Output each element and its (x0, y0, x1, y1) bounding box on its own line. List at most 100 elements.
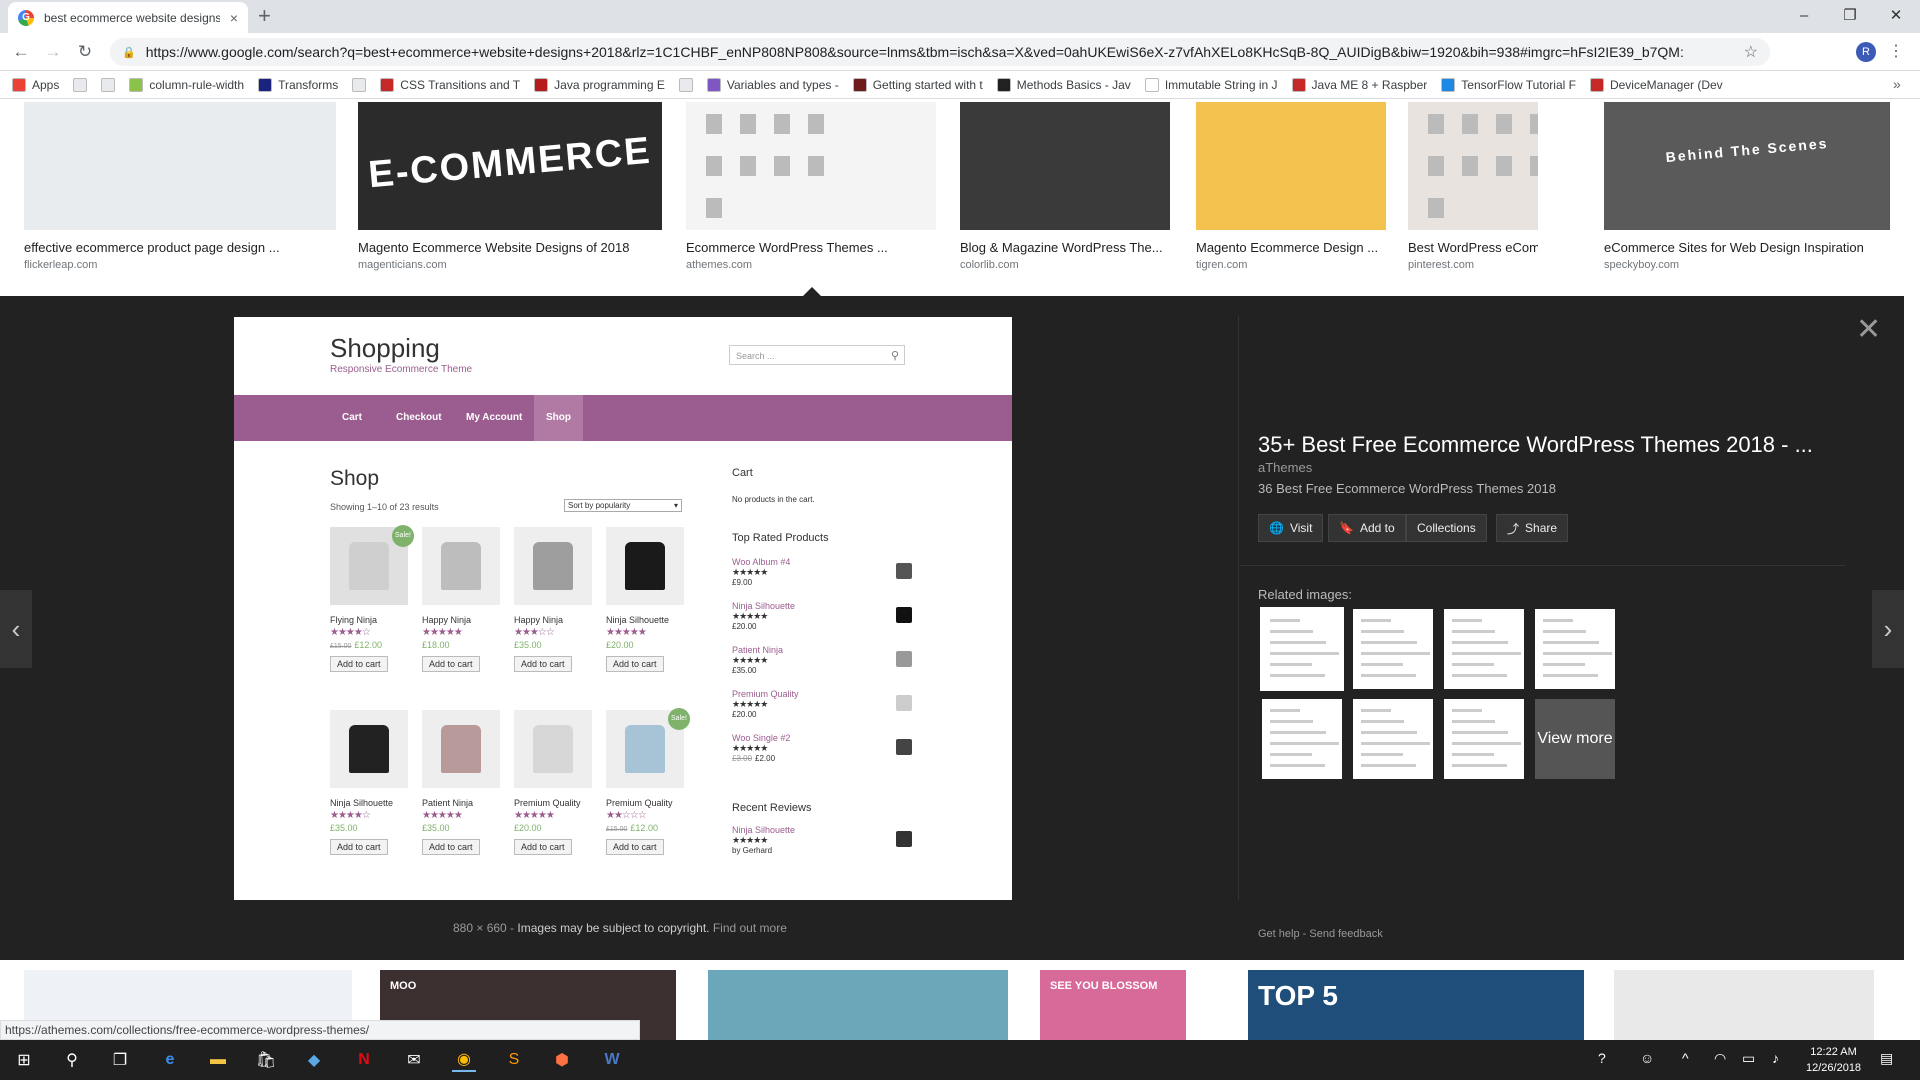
cart-heading: Cart (732, 467, 753, 479)
bookmark-item[interactable] (73, 77, 88, 92)
postman-icon[interactable]: ⬢ (550, 1048, 574, 1072)
bookmark-item[interactable]: Java programming E (534, 77, 665, 92)
share-icon: ⤴ (1507, 521, 1520, 536)
windows-start-icon[interactable]: ⊞ (12, 1048, 36, 1072)
old-price: £15.00 (606, 826, 628, 833)
image-result[interactable]: Blog & Magazine WordPress The... colorlib… (960, 102, 1170, 271)
edge-browser-icon[interactable]: e (158, 1048, 182, 1072)
mini-product-thumb (1530, 114, 1538, 134)
result-domain: speckyboy.com (1604, 259, 1679, 271)
bookmark-item[interactable]: Apps (12, 77, 59, 92)
tab-close-icon[interactable]: × (230, 10, 238, 26)
battery-icon[interactable]: ▭ (1742, 1050, 1755, 1067)
close-window-button[interactable]: ✕ (1876, 4, 1916, 28)
mail-icon[interactable]: ✉ (402, 1048, 426, 1072)
new-tab-button[interactable]: + (258, 4, 271, 28)
mini-product-thumb (808, 156, 824, 176)
next-image-button[interactable]: › (1872, 590, 1904, 668)
bookmark-label: Transforms (278, 77, 339, 92)
file-explorer-icon[interactable]: ▬ (206, 1048, 230, 1072)
image-result[interactable]: Magento Ecommerce Design ... tigren.com (1196, 102, 1386, 271)
dropbox-icon[interactable]: ◆ (302, 1048, 326, 1072)
send-feedback-link[interactable]: Send feedback (1309, 928, 1382, 940)
product-price: £15.00 £12.00 (330, 640, 410, 650)
related-image-thumb[interactable] (1444, 699, 1524, 779)
store-icon[interactable]: 🛍 (254, 1048, 278, 1072)
help-tray-icon[interactable]: ? (1598, 1050, 1606, 1066)
preview-image[interactable]: Shopping Responsive Ecommerce Theme Sear… (234, 317, 1012, 900)
address-bar[interactable]: 🔒 https://www.google.com/search?q=best+e… (110, 38, 1770, 66)
related-image-thumb[interactable] (1353, 609, 1433, 689)
bookmark-item[interactable]: Immutable String in J (1144, 77, 1278, 92)
thumb-line (1543, 674, 1598, 677)
people-icon[interactable]: ☺ (1640, 1050, 1654, 1066)
add-to-label: Add to (1359, 521, 1395, 535)
bookmark-item[interactable]: Methods Basics - Jav (996, 77, 1131, 92)
preview-title[interactable]: 35+ Best Free Ecommerce WordPress Themes… (1258, 432, 1813, 458)
bookmark-item[interactable]: Transforms (258, 77, 339, 92)
related-image-thumb[interactable] (1444, 609, 1524, 689)
bookmark-item[interactable]: DeviceManager (Dev (1589, 77, 1723, 92)
chrome-icon[interactable]: ◉ (452, 1048, 476, 1072)
top-rated-thumbnail (896, 739, 912, 755)
profile-avatar[interactable]: R (1856, 42, 1876, 62)
find-out-more-link[interactable]: Find out more (713, 921, 787, 935)
volume-icon[interactable]: ♪ (1772, 1050, 1779, 1066)
image-result[interactable] (1614, 970, 1874, 1040)
system-clock[interactable]: 12:22 AM 12/26/2018 (1806, 1044, 1861, 1076)
collections-button[interactable]: Collections (1406, 514, 1487, 542)
image-result[interactable]: Ecommerce WordPress Themes ... athemes.co… (686, 102, 936, 271)
browser-menu-icon[interactable]: ⋮ (1888, 41, 1904, 61)
image-result[interactable] (708, 970, 1008, 1040)
related-image-thumb[interactable] (1353, 699, 1433, 779)
bookmark-star-icon[interactable]: ☆ (1744, 42, 1758, 62)
bookmark-item[interactable] (678, 77, 693, 92)
reload-button[interactable]: ↻ (74, 41, 96, 63)
back-button[interactable]: ← (10, 41, 32, 63)
related-image-thumb[interactable] (1535, 609, 1615, 689)
browser-tab[interactable]: G best ecommerce website designs × (8, 2, 248, 33)
bookmark-item[interactable] (101, 77, 116, 92)
get-help-link[interactable]: Get help (1258, 928, 1300, 940)
netflix-icon[interactable]: N (352, 1048, 376, 1072)
tray-chevron-icon[interactable]: ^ (1682, 1050, 1689, 1066)
image-result[interactable]: Behind The Scenes eCommerce Sites for Web… (1604, 102, 1890, 271)
bookmark-item[interactable]: TensorFlow Tutorial F (1441, 77, 1576, 92)
notifications-icon[interactable]: ▤ (1880, 1050, 1893, 1067)
minimize-button[interactable]: – (1784, 4, 1824, 28)
maximize-button[interactable]: ❐ (1830, 4, 1870, 28)
forward-button[interactable]: → (42, 41, 64, 63)
image-result[interactable]: TOP 5 (1248, 970, 1584, 1040)
bookmarks-overflow-icon[interactable]: » (1893, 76, 1901, 92)
top-rated-item: Premium Quality ★★★★★ £20.00 (732, 689, 912, 719)
previous-image-button[interactable]: ‹ (0, 590, 32, 668)
share-button[interactable]: ⤴ Share (1496, 514, 1569, 542)
word-icon[interactable]: W (600, 1048, 624, 1072)
search-icon[interactable]: ⚲ (60, 1048, 84, 1072)
thumbnail-overlay-text: MOO (390, 980, 417, 992)
view-more-button[interactable]: View more (1535, 699, 1615, 779)
thumb-line (1452, 720, 1495, 723)
product-name: Happy Ninja (422, 615, 472, 625)
sublime-text-icon[interactable]: S (502, 1048, 526, 1072)
image-result[interactable]: effective ecommerce product page design … (24, 102, 336, 271)
related-image-thumb[interactable] (1260, 607, 1344, 691)
image-result[interactable]: E-COMMERCE Magento Ecommerce Website Desi… (358, 102, 662, 271)
task-view-icon[interactable]: ❐ (108, 1048, 132, 1072)
visit-button[interactable]: 🌐 Visit (1258, 514, 1324, 542)
bookmark-item[interactable] (352, 77, 367, 92)
url-text[interactable]: https://www.google.com/search?q=best+eco… (146, 44, 1734, 60)
related-image-thumb[interactable] (1262, 699, 1342, 779)
image-result[interactable]: SEE YOU BLOSSOM (1040, 970, 1186, 1040)
bookmark-item[interactable]: Getting started with t (852, 77, 983, 92)
top-rated-stars: ★★★★★ (732, 611, 768, 621)
add-to-button[interactable]: 🔖 Add to (1328, 514, 1406, 542)
wifi-icon[interactable]: ◠ (1714, 1050, 1726, 1067)
thumb-line (1361, 619, 1391, 622)
image-result[interactable]: Best WordPress eCommer... pinterest.com (1408, 102, 1538, 271)
bookmark-item[interactable]: Java ME 8 + Raspber (1291, 77, 1427, 92)
bookmark-item[interactable]: Variables and types - (706, 77, 839, 92)
close-preview-icon[interactable]: ✕ (1856, 315, 1881, 345)
bookmark-item[interactable]: column-rule-width (129, 77, 244, 92)
bookmark-item[interactable]: CSS Transitions and T (380, 77, 520, 92)
